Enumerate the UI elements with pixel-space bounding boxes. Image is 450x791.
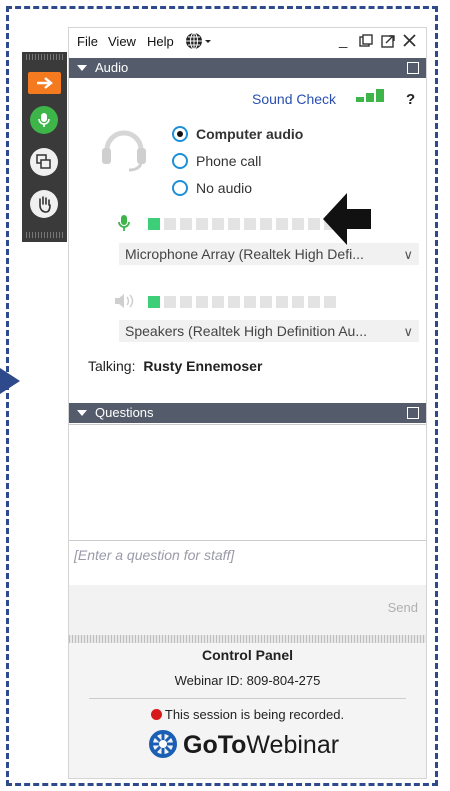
microphone-select[interactable]: Microphone Array (Realtek High Defi... ∨ (119, 243, 419, 265)
toolbar-grip-bottom[interactable] (26, 232, 63, 238)
chevron-down-icon: ∨ (403, 324, 413, 339)
recording-text: This session is being recorded. (164, 707, 345, 722)
menu-view[interactable]: View (108, 34, 136, 49)
level-segment (180, 218, 192, 230)
level-segment (196, 296, 208, 308)
popout-icon[interactable] (381, 34, 395, 52)
level-segment (276, 218, 288, 230)
level-segment (260, 296, 272, 308)
speaker-select[interactable]: Speakers (Realtek High Definition Au... … (119, 320, 419, 342)
level-segment (212, 296, 224, 308)
language-menu[interactable] (185, 32, 213, 53)
raise-hand-button[interactable] (30, 190, 58, 218)
radio-button[interactable] (172, 153, 188, 169)
sound-check-link[interactable]: Sound Check (252, 91, 336, 107)
control-toolbar (22, 52, 67, 242)
microphone-icon (38, 113, 50, 127)
level-segment (148, 218, 160, 230)
talking-label: Talking: (88, 358, 136, 374)
level-segment (180, 296, 192, 308)
popout-section-icon[interactable] (407, 407, 419, 419)
level-segment (148, 296, 160, 308)
level-segment (212, 218, 224, 230)
level-segment (260, 218, 272, 230)
level-segment (324, 296, 336, 308)
level-segment (244, 296, 256, 308)
level-segment (228, 296, 240, 308)
level-segment (292, 296, 304, 308)
detach-icon[interactable] (359, 34, 373, 52)
level-segment (308, 218, 320, 230)
help-question-icon[interactable]: ? (406, 91, 415, 108)
questions-log (69, 424, 426, 541)
question-input-placeholder: [Enter a question for staff] (74, 547, 235, 563)
chevron-down-icon: ∨ (403, 247, 413, 262)
level-segment (244, 218, 256, 230)
audio-section-header[interactable]: Audio (69, 58, 426, 78)
level-segment (308, 296, 320, 308)
footer: Control Panel Webinar ID: 809-804-275 Th… (69, 643, 426, 778)
brand-bold: GoTo (183, 731, 247, 759)
control-panel-window: File View Help _ Audio Sound Check ? Com… (68, 27, 427, 779)
microphone-level-icon (118, 215, 130, 231)
recording-notice: This session is being recorded. (69, 707, 426, 722)
brand-logo: GoToWebinar (149, 730, 339, 760)
popout-section-icon[interactable] (407, 62, 419, 74)
screens-icon (36, 154, 51, 169)
gotowebinar-logo-icon (149, 730, 177, 758)
globe-icon (186, 32, 211, 50)
questions-section-header[interactable]: Questions (69, 403, 426, 423)
questions-section-title: Questions (95, 405, 154, 420)
screen-share-button[interactable] (30, 148, 58, 176)
talking-name: Rusty Ennemoser (143, 358, 263, 374)
menu-bar: File View Help _ (69, 28, 426, 58)
control-panel-title: Control Panel (201, 647, 293, 663)
speaker-icon (115, 294, 134, 308)
hand-icon (39, 196, 51, 213)
toolbar-grip-top[interactable] (26, 54, 63, 60)
close-icon[interactable] (402, 33, 417, 52)
microphone-select-value: Microphone Array (Realtek High Defi... (125, 246, 364, 262)
brand-light: Webinar (246, 731, 340, 759)
microphone-toggle-button[interactable] (30, 106, 58, 134)
collapse-panel-button[interactable] (28, 72, 61, 94)
radio-button[interactable] (172, 126, 188, 142)
level-segment (164, 296, 176, 308)
minimize-icon[interactable]: _ (339, 32, 347, 49)
level-segment (228, 218, 240, 230)
radio-button[interactable] (172, 180, 188, 196)
arrow-right-icon (36, 77, 53, 89)
level-segment (164, 218, 176, 230)
level-segment (292, 218, 304, 230)
speaker-select-value: Speakers (Realtek High Definition Au... (125, 323, 368, 339)
level-segment (276, 296, 288, 308)
audio-section-title: Audio (95, 60, 129, 75)
send-area: Send (69, 585, 426, 635)
menu-file[interactable]: File (77, 34, 98, 49)
collapse-triangle-icon (77, 410, 87, 416)
talking-indicator: Talking: Rusty Ennemoser (88, 358, 262, 374)
headset-icon (102, 130, 146, 172)
resize-grip[interactable] (69, 635, 426, 643)
recording-dot-icon (150, 709, 162, 720)
send-button[interactable]: Send (388, 600, 418, 615)
collapse-triangle-icon (77, 65, 87, 71)
level-segment (196, 218, 208, 230)
divider (89, 698, 406, 699)
signal-bars-icon (356, 89, 384, 102)
webinar-id: Webinar ID: 809-804-275 (174, 673, 321, 688)
question-input[interactable]: [Enter a question for staff] (69, 540, 426, 586)
pointer-arrow-left (0, 368, 20, 394)
pointer-arrow-black (323, 193, 371, 245)
menu-help[interactable]: Help (147, 34, 174, 49)
